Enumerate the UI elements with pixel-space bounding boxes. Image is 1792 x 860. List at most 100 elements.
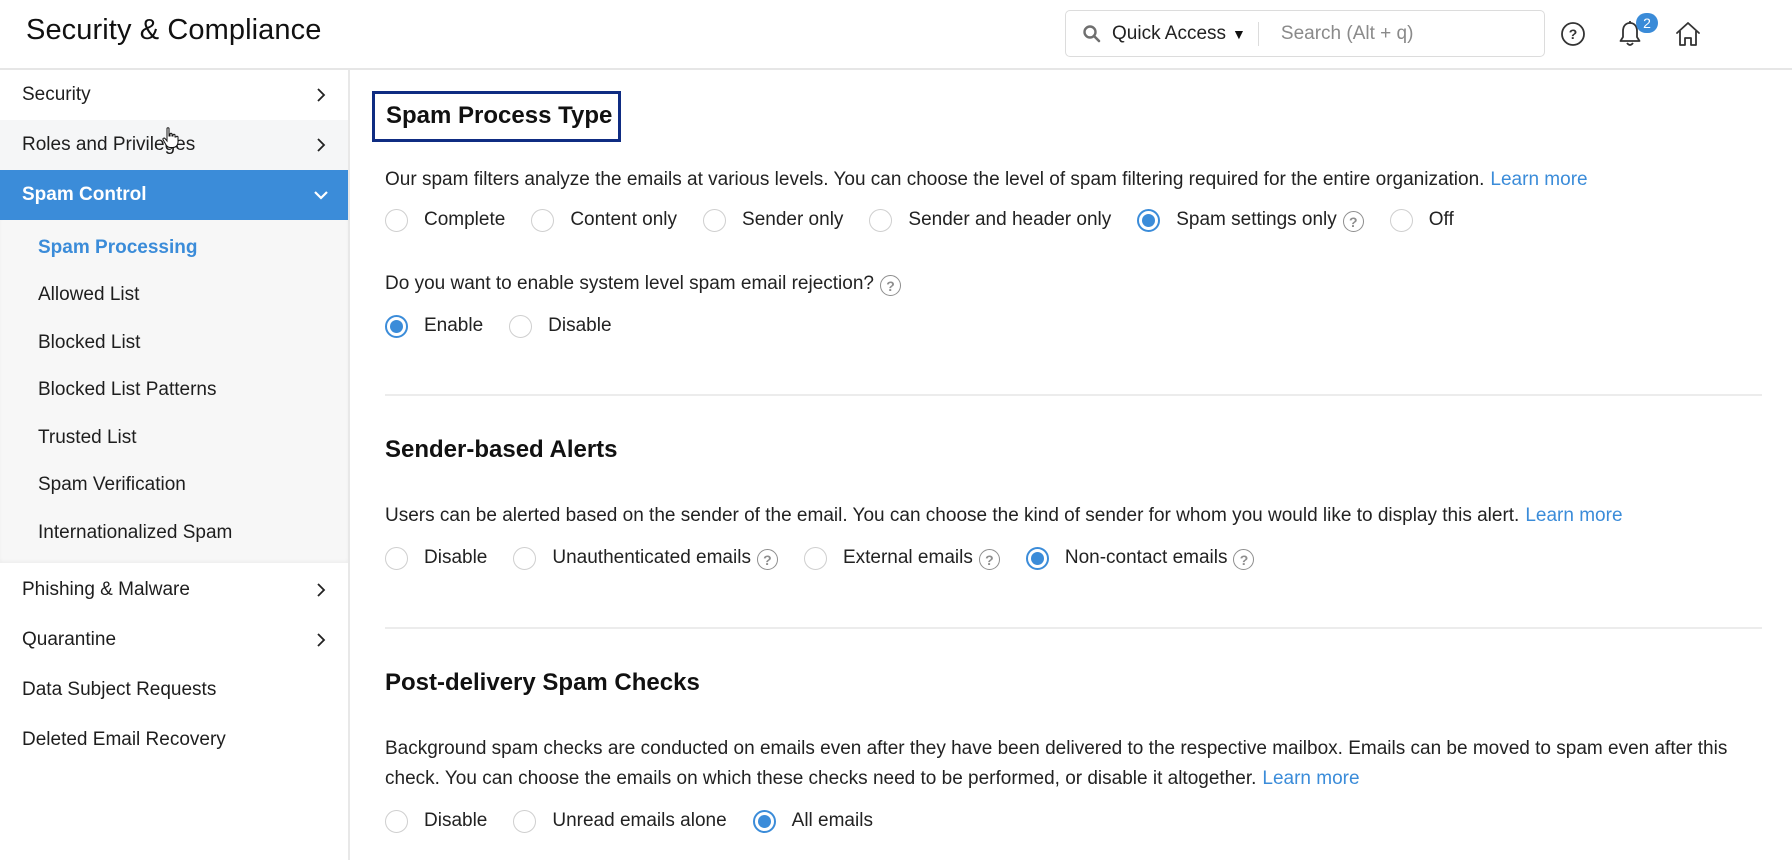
search-divider <box>1257 21 1259 46</box>
radio-button[interactable] <box>513 546 537 570</box>
chevron-right-icon <box>317 632 326 647</box>
post-delivery-options: Disable Unread emails alone All emails <box>385 805 1762 837</box>
help-tooltip-icon[interactable]: ? <box>978 549 1000 570</box>
rejection-question-row: Do you want to enable system level spam … <box>385 269 1762 299</box>
sidebar-item-spam-control[interactable]: Spam Control <box>0 170 348 220</box>
rejection-options: Enable Disable <box>385 310 1762 342</box>
sidebar-item-security[interactable]: Security <box>0 70 348 120</box>
home-icon[interactable] <box>1673 19 1703 49</box>
chevron-down-icon <box>314 191 328 200</box>
radio-label: Spam settings only <box>1176 209 1337 230</box>
description-text: Users can be alerted based on the sender… <box>385 505 1520 526</box>
sender-alerts-title: Sender-based Alerts <box>385 436 618 463</box>
submenu-item-trusted-list[interactable]: Trusted List <box>0 414 348 462</box>
radio-non-contact-emails[interactable]: Non-contact emails? <box>1025 546 1255 570</box>
help-tooltip-icon[interactable]: ? <box>1342 211 1364 232</box>
search-input[interactable] <box>1280 22 1511 45</box>
app-title: Security & Compliance <box>26 14 322 46</box>
spam-control-submenu: Spam Processing Allowed List Blocked Lis… <box>0 220 348 563</box>
radio-label: Enable <box>424 315 484 336</box>
sidebar-item-label: Security <box>22 84 91 105</box>
sidebar-item-label: Quarantine <box>22 628 117 650</box>
learn-more-link[interactable]: Learn more <box>1490 169 1587 190</box>
radio-sender-and-header-only[interactable]: Sender and header only <box>869 208 1112 232</box>
radio-label: External emails <box>842 547 973 568</box>
radio-complete[interactable]: Complete <box>385 208 506 232</box>
radio-button[interactable] <box>385 208 408 232</box>
post-delivery-section: Post-delivery Spam Checks <box>385 669 1762 697</box>
sender-alerts-description: Users can be alerted based on the sender… <box>385 501 1762 531</box>
spam-process-type-options: Complete Content only Sender only Sender… <box>385 204 1762 236</box>
radio-label: Disable <box>548 315 612 336</box>
radio-label: Sender only <box>742 209 844 230</box>
radio-external-emails[interactable]: External emails? <box>803 546 1000 570</box>
radio-button[interactable] <box>1389 208 1413 232</box>
main-content: Spam Process Type Our spam filters analy… <box>352 70 1792 860</box>
caret-down-icon[interactable]: ▼ <box>1232 26 1246 42</box>
radio-label: Disable <box>424 547 488 568</box>
radio-label: Content only <box>570 209 678 230</box>
radio-unauthenticated-emails[interactable]: Unauthenticated emails? <box>513 546 778 570</box>
sidebar: Security Roles and Privileges Spam Contr… <box>0 70 350 860</box>
radio-off[interactable]: Off <box>1389 208 1454 232</box>
radio-button[interactable] <box>752 809 776 833</box>
description-text: Background spam checks are conducted on … <box>385 738 1728 789</box>
radio-label: All emails <box>791 810 873 831</box>
radio-sender-only[interactable]: Sender only <box>703 208 844 232</box>
sidebar-item-phishing-malware[interactable]: Phishing & Malware <box>0 565 348 615</box>
sidebar-item-label: Data Subject Requests <box>22 678 217 700</box>
radio-unread-emails-alone[interactable]: Unread emails alone <box>513 809 727 833</box>
radio-label: Sender and header only <box>908 209 1112 230</box>
rejection-question: Do you want to enable system level spam … <box>385 273 874 294</box>
radio-disable-alerts[interactable]: Disable <box>385 546 488 570</box>
section-divider <box>385 394 1762 396</box>
help-icon[interactable]: ? <box>1558 19 1588 49</box>
radio-label: Non-contact emails <box>1064 547 1228 568</box>
radio-label: Unread emails alone <box>552 810 727 831</box>
radio-button[interactable] <box>703 208 727 232</box>
sidebar-item-label: Deleted Email Recovery <box>22 728 226 750</box>
help-tooltip-icon[interactable]: ? <box>879 275 901 296</box>
submenu-item-internationalized-spam[interactable]: Internationalized Spam <box>0 509 348 557</box>
radio-button[interactable] <box>869 208 893 232</box>
radio-all-emails[interactable]: All emails <box>752 809 873 833</box>
radio-button[interactable] <box>1025 546 1049 570</box>
radio-button[interactable] <box>385 809 408 833</box>
radio-disable[interactable]: Disable <box>509 314 612 338</box>
chevron-right-icon <box>317 88 326 102</box>
radio-button[interactable] <box>1137 208 1161 232</box>
submenu-item-spam-processing[interactable]: Spam Processing <box>0 224 348 272</box>
learn-more-link[interactable]: Learn more <box>1262 768 1359 789</box>
sidebar-item-deleted-email-recovery[interactable]: Deleted Email Recovery <box>0 715 348 765</box>
post-delivery-title: Post-delivery Spam Checks <box>385 669 700 696</box>
help-tooltip-icon[interactable]: ? <box>756 549 778 570</box>
radio-button[interactable] <box>385 314 408 338</box>
radio-button[interactable] <box>385 546 408 570</box>
radio-content-only[interactable]: Content only <box>531 208 678 232</box>
quick-access-search[interactable]: Quick Access ▼ <box>1065 10 1545 57</box>
learn-more-link[interactable]: Learn more <box>1525 505 1622 526</box>
radio-spam-settings-only[interactable]: Spam settings only? <box>1137 208 1364 232</box>
radio-enable[interactable]: Enable <box>385 314 484 338</box>
radio-button[interactable] <box>509 314 533 338</box>
chevron-right-icon <box>317 138 326 152</box>
sidebar-item-quarantine[interactable]: Quarantine <box>0 615 348 665</box>
radio-label: Complete <box>424 209 506 230</box>
radio-button[interactable] <box>803 546 827 570</box>
radio-button[interactable] <box>531 208 555 232</box>
help-tooltip-icon[interactable]: ? <box>1233 549 1255 570</box>
section-divider <box>385 627 1762 629</box>
submenu-item-allowed-list[interactable]: Allowed List <box>0 272 348 320</box>
sidebar-item-roles-and-privileges[interactable]: Roles and Privileges <box>0 120 348 170</box>
search-icon <box>1072 10 1112 57</box>
radio-button[interactable] <box>513 809 537 833</box>
radio-disable-post-delivery[interactable]: Disable <box>385 809 487 833</box>
top-header: Security & Compliance Quick Access ▼ ? 2 <box>0 0 1792 70</box>
description-text: Our spam filters analyze the emails at v… <box>385 169 1485 190</box>
quick-access-dropdown[interactable]: Quick Access <box>1112 23 1226 45</box>
sidebar-item-data-subject-requests[interactable]: Data Subject Requests <box>0 665 348 715</box>
submenu-item-spam-verification[interactable]: Spam Verification <box>0 462 348 510</box>
submenu-item-blocked-list[interactable]: Blocked List <box>0 319 348 367</box>
notification-badge: 2 <box>1636 13 1658 33</box>
submenu-item-blocked-list-patterns[interactable]: Blocked List Patterns <box>0 367 348 415</box>
